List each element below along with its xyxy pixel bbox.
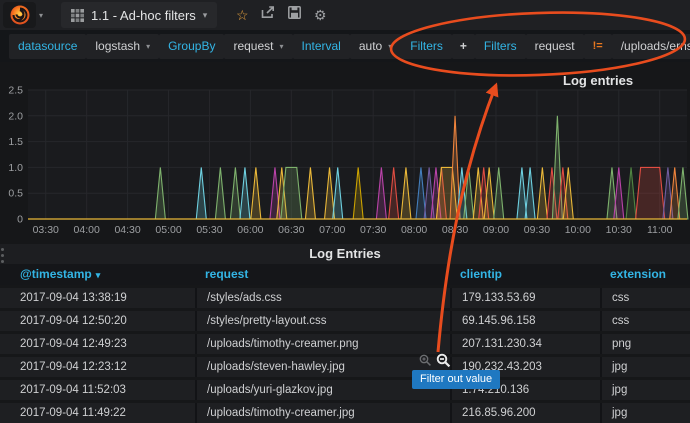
svg-text:04:00: 04:00 [74,224,100,236]
graph-canvas[interactable]: 03:30 04:00 04:30 05:00 05:30 06:00 06:30 07:00… [0,62,690,242]
share-button[interactable] [255,6,281,24]
cell-timestamp[interactable]: 2017-09-04 12:50:20 [0,311,195,331]
var-value-interval[interactable]: auto▾ [350,34,401,59]
svg-text:07:30: 07:30 [360,224,386,236]
column-header-timestamp[interactable]: @timestamp▾ [0,264,195,286]
cell-request[interactable]: /styles/ads.css [195,288,450,308]
table-row[interactable]: 2017-09-04 12:49:23/uploads/timothy-crea… [0,334,690,354]
cell-clientip[interactable]: 216.85.96.200 [450,403,600,423]
graph-panel-title[interactable]: Log entries [563,73,633,88]
svg-text:2.5: 2.5 [8,85,23,97]
cell-timestamp[interactable]: 2017-09-04 11:49:22 [0,403,195,423]
cell-extension[interactable]: jpg [600,403,690,423]
navbar-actions: ☆ ⚙ [229,6,333,24]
table-panel: Log Entries @timestamp▾ request clientip… [0,244,690,422]
cell-filter-actions [419,353,451,368]
chart-spike [636,167,665,219]
table-row[interactable]: 2017-09-04 11:49:22/uploads/timothy-crea… [0,403,690,423]
cell-extension[interactable]: png [600,334,690,354]
save-button[interactable] [281,6,307,24]
column-header-extension[interactable]: extension [600,264,690,286]
table-body: 2017-09-04 13:38:19/styles/ads.css179.13… [0,288,690,423]
chevron-down-icon: ▾ [279,42,283,51]
svg-text:09:30: 09:30 [524,224,550,236]
cell-extension[interactable]: jpg [600,380,690,400]
svg-text:05:00: 05:00 [155,224,181,236]
cell-clientip[interactable]: 179.133.53.69 [450,288,600,308]
cell-extension[interactable]: css [600,288,690,308]
cell-clientip[interactable]: 69.145.96.158 [450,311,600,331]
svg-text:1.5: 1.5 [8,136,23,148]
svg-text:11:00: 11:00 [647,224,673,236]
cell-request[interactable]: /styles/pretty-layout.css [195,311,450,331]
cell-extension[interactable]: css [600,311,690,331]
cell-clientip[interactable]: 207.131.230.34 [450,334,600,354]
dashboard-picker[interactable]: 1.1 - Ad-hoc filters ▾ [61,2,217,28]
column-header-request[interactable]: request [195,264,450,286]
cell-request[interactable]: /uploads/timothy-creamer.png [195,334,450,354]
svg-text:09:00: 09:00 [483,224,509,236]
cell-timestamp[interactable]: 2017-09-04 12:23:12 [0,357,195,377]
grafana-logo[interactable] [3,2,36,28]
table-header-row: @timestamp▾ request clientip extension [0,264,690,285]
save-icon [288,6,301,19]
chevron-down-icon: ▾ [388,42,392,51]
svg-text:2.0: 2.0 [8,110,23,122]
svg-text:08:00: 08:00 [401,224,427,236]
column-header-clientip[interactable]: clientip [450,264,600,286]
table-panel-title[interactable]: Log Entries [0,244,690,264]
svg-text:08:30: 08:30 [442,224,468,236]
cell-request[interactable]: /uploads/timothy-creamer.jpg [195,403,450,423]
var-value-datasource[interactable]: logstash▾ [86,34,159,59]
add-filter-button[interactable]: + [452,34,475,59]
adhoc-filter-operator[interactable]: != [584,34,612,59]
table-row[interactable]: 2017-09-04 11:52:03/uploads/yuri-glazkov… [0,380,690,400]
star-icon: ☆ [236,7,249,23]
svg-text:06:30: 06:30 [278,224,304,236]
svg-text:07:00: 07:00 [319,224,345,236]
grafana-logo-icon [9,4,31,26]
adhoc-filters-label: Filters [475,34,526,59]
var-label-interval: Interval [293,34,350,59]
gear-icon: ⚙ [314,7,327,23]
filter-for-value-icon[interactable] [419,354,432,367]
settings-button[interactable]: ⚙ [307,7,333,24]
svg-text:0: 0 [17,214,23,226]
panel-grip-handle[interactable] [1,248,4,263]
chevron-down-icon: ▾ [146,42,150,51]
svg-text:1.0: 1.0 [8,162,23,174]
dashboard-title: 1.1 - Ad-hoc filters [91,8,196,23]
var-label-datasource: datasource [9,34,86,59]
sort-desc-icon: ▾ [96,270,101,280]
var-label-groupby: GroupBy [159,34,224,59]
adhoc-filter-value[interactable]: /uploads/ernst-messerschmid.jpg [612,34,690,59]
adhoc-filter-key[interactable]: request [526,34,584,59]
dashboard-submenu: datasource logstash▾ GroupBy request▾ In… [0,30,690,62]
cell-timestamp[interactable]: 2017-09-04 11:52:03 [0,380,195,400]
table-row[interactable]: 2017-09-04 12:50:20/styles/pretty-layout… [0,311,690,331]
svg-text:10:30: 10:30 [606,224,632,236]
table-row[interactable]: 2017-09-04 13:38:19/styles/ads.css179.13… [0,288,690,308]
filter-out-tooltip: Filter out value [412,370,500,389]
svg-text:05:30: 05:30 [196,224,222,236]
table-row[interactable]: 2017-09-04 12:23:12/uploads/steven-hawle… [0,357,690,377]
logo-caret-icon[interactable]: ▾ [39,11,43,20]
cell-extension[interactable]: jpg [600,357,690,377]
graph-panel: Log entries 03:30 04:00 04:30 05:00 05:30 06:… [0,62,690,242]
dashboard-grid-icon [71,9,84,22]
navbar: ▾ 1.1 - Ad-hoc filters ▾ ☆ [0,0,690,30]
var-value-groupby[interactable]: request▾ [224,34,292,59]
svg-text:0.5: 0.5 [8,188,23,200]
filters-label: Filters [401,34,452,59]
cell-timestamp[interactable]: 2017-09-04 13:38:19 [0,288,195,308]
svg-text:03:30: 03:30 [33,224,59,236]
star-button[interactable]: ☆ [229,7,255,24]
dashboard-caret-icon: ▾ [203,10,208,21]
svg-text:04:30: 04:30 [114,224,140,236]
filter-out-value-icon[interactable] [436,353,451,368]
cell-timestamp[interactable]: 2017-09-04 12:49:23 [0,334,195,354]
svg-text:10:00: 10:00 [565,224,591,236]
svg-text:06:00: 06:00 [237,224,263,236]
share-icon [261,6,275,19]
